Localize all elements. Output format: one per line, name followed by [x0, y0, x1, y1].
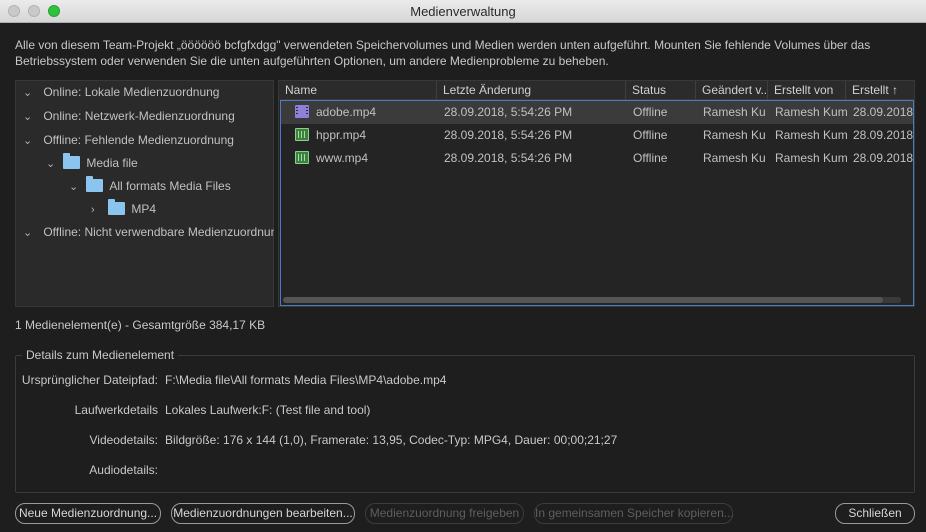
chevron-down-icon[interactable]: ⌄ — [23, 131, 37, 151]
detail-label: Videodetails: — [89, 433, 159, 447]
sequence-file-icon — [295, 151, 309, 164]
scrollbar-thumb[interactable] — [283, 297, 883, 303]
table-body: adobe.mp4 28.09.2018, 5:54:26 PM Offline… — [280, 100, 914, 306]
cell-name: adobe.mp4 — [316, 105, 377, 119]
cell-status: Offline — [633, 151, 668, 165]
chevron-right-icon[interactable]: › — [91, 200, 105, 220]
cell-changed-by: Ramesh Ku — [703, 128, 766, 142]
tree-item-label: Online: Lokale Medienzuordnung — [43, 85, 220, 99]
column-header-created[interactable]: Erstellt ↑ — [846, 81, 914, 100]
folder-icon — [63, 153, 81, 169]
tree-item-label: Offline: Fehlende Medienzuordnung — [43, 133, 234, 147]
description-text: Alle von diesem Team-Projekt „öööööö bcf… — [15, 38, 871, 68]
new-mapping-button[interactable]: Neue Medienzuordnung... — [15, 503, 161, 524]
cell-modified: 28.09.2018, 5:54:26 PM — [444, 105, 573, 119]
tree-item-offline-unusable[interactable]: ⌄ Offline: Nicht verwendbare Medienzuord… — [23, 222, 284, 242]
chevron-down-icon[interactable]: ⌄ — [23, 83, 37, 103]
folder-icon — [86, 176, 104, 192]
title-bar: Medienverwaltung — [0, 0, 926, 23]
detail-row-path: Ursprünglicher Dateipfad: F:\Media file\… — [16, 372, 916, 388]
media-table: Name Letzte Änderung Status Geändert v..… — [278, 80, 915, 307]
column-header-status[interactable]: Status — [626, 81, 696, 100]
column-header-name[interactable]: Name — [279, 81, 437, 100]
cell-created-by: Ramesh Kuma — [775, 128, 847, 142]
cell-status: Offline — [633, 105, 668, 119]
cell-modified: 28.09.2018, 5:54:26 PM — [444, 128, 573, 142]
horizontal-scrollbar[interactable] — [283, 297, 901, 303]
video-file-icon — [295, 105, 309, 118]
detail-row-audio: Audiodetails: — [16, 462, 916, 478]
tree-item-offline-missing[interactable]: ⌄ Offline: Fehlende Medienzuordnung — [23, 130, 234, 150]
cell-name: hppr.mp4 — [316, 128, 367, 142]
detail-row-video: Videodetails: Bildgröße: 176 x 144 (1,0)… — [16, 432, 916, 448]
tree-item-label: MP4 — [131, 202, 157, 216]
detail-label: Ursprünglicher Dateipfad: — [21, 373, 158, 387]
tree-item-label: Offline: Nicht verwendbare Medienzuordnu… — [43, 225, 284, 239]
column-header-created-by[interactable]: Erstellt von — [768, 81, 846, 100]
table-row[interactable]: www.mp4 28.09.2018, 5:54:26 PM Offline R… — [281, 147, 913, 170]
tree-item-media-file[interactable]: ⌄ Media file — [46, 153, 138, 173]
detail-value: Lokales Laufwerk:F: (Test file and tool) — [165, 403, 371, 417]
detail-value: F:\Media file\All formats Media Files\MP… — [165, 373, 447, 387]
detail-label: Audiodetails: — [89, 463, 158, 477]
cell-modified: 28.09.2018, 5:54:26 PM — [444, 151, 573, 165]
cell-created-by: Ramesh Kuma — [775, 105, 847, 119]
tree-item-label: Online: Netzwerk-Medienzuordnung — [43, 109, 235, 123]
table-row[interactable]: hppr.mp4 28.09.2018, 5:54:26 PM Offline … — [281, 124, 913, 147]
table-row[interactable]: adobe.mp4 28.09.2018, 5:54:26 PM Offline… — [281, 101, 913, 124]
details-group: Details zum Medienelement Ursprünglicher… — [15, 348, 916, 493]
close-button[interactable]: Schließen — [835, 503, 915, 524]
cell-created-by: Ramesh Kuma — [775, 151, 847, 165]
cell-created: 28.09.2018, 5: — [853, 128, 913, 142]
cell-created: 28.09.2018, 5: — [853, 151, 913, 165]
sequence-file-icon — [295, 128, 309, 141]
folder-icon — [108, 199, 126, 215]
chevron-down-icon[interactable]: ⌄ — [46, 154, 60, 174]
detail-value: Bildgröße: 176 x 144 (1,0), Framerate: 1… — [165, 433, 618, 447]
chevron-down-icon[interactable]: ⌄ — [23, 223, 37, 243]
table-header: Name Letzte Änderung Status Geändert v..… — [279, 81, 914, 100]
column-header-modified[interactable]: Letzte Änderung — [437, 81, 626, 100]
cell-status: Offline — [633, 128, 668, 142]
sort-ascending-icon: ↑ — [892, 83, 899, 97]
column-header-label: Erstellt — [852, 83, 889, 97]
tree-item-online-network[interactable]: ⌄ Online: Netzwerk-Medienzuordnung — [23, 106, 235, 126]
window-title: Medienverwaltung — [410, 4, 516, 19]
cell-name: www.mp4 — [316, 151, 369, 165]
details-legend: Details zum Medienelement — [22, 348, 179, 362]
chevron-down-icon[interactable]: ⌄ — [69, 177, 83, 197]
cell-changed-by: Ramesh Ku — [703, 151, 766, 165]
cell-changed-by: Ramesh Ku — [703, 105, 766, 119]
tree-item-label: Media file — [86, 156, 138, 170]
detail-label: Laufwerkdetails — [74, 403, 158, 417]
media-tree: ⌄ Online: Lokale Medienzuordnung ⌄ Onlin… — [15, 80, 284, 307]
chevron-down-icon[interactable]: ⌄ — [23, 107, 37, 127]
cell-created: 28.09.2018, 5: — [853, 105, 913, 119]
detail-row-drive: Laufwerkdetails Lokales Laufwerk:F: (Tes… — [16, 402, 916, 418]
tree-item-label: All formats Media Files — [109, 179, 231, 193]
column-header-changed-by[interactable]: Geändert v... — [696, 81, 768, 100]
tree-item-online-local[interactable]: ⌄ Online: Lokale Medienzuordnung — [23, 82, 219, 102]
tree-item-mp4[interactable]: › MP4 — [91, 199, 156, 219]
copy-to-shared-storage-button[interactable]: In gemeinsamen Speicher kopieren... — [534, 503, 734, 524]
summary-text: 1 Medienelement(e) - Gesamtgröße 384,17 … — [15, 318, 266, 332]
tree-item-all-formats[interactable]: ⌄ All formats Media Files — [69, 176, 231, 196]
release-mapping-button[interactable]: Medienzuordnung freigeben — [365, 503, 524, 524]
edit-mappings-button[interactable]: Medienzuordnungen bearbeiten... — [171, 503, 355, 524]
